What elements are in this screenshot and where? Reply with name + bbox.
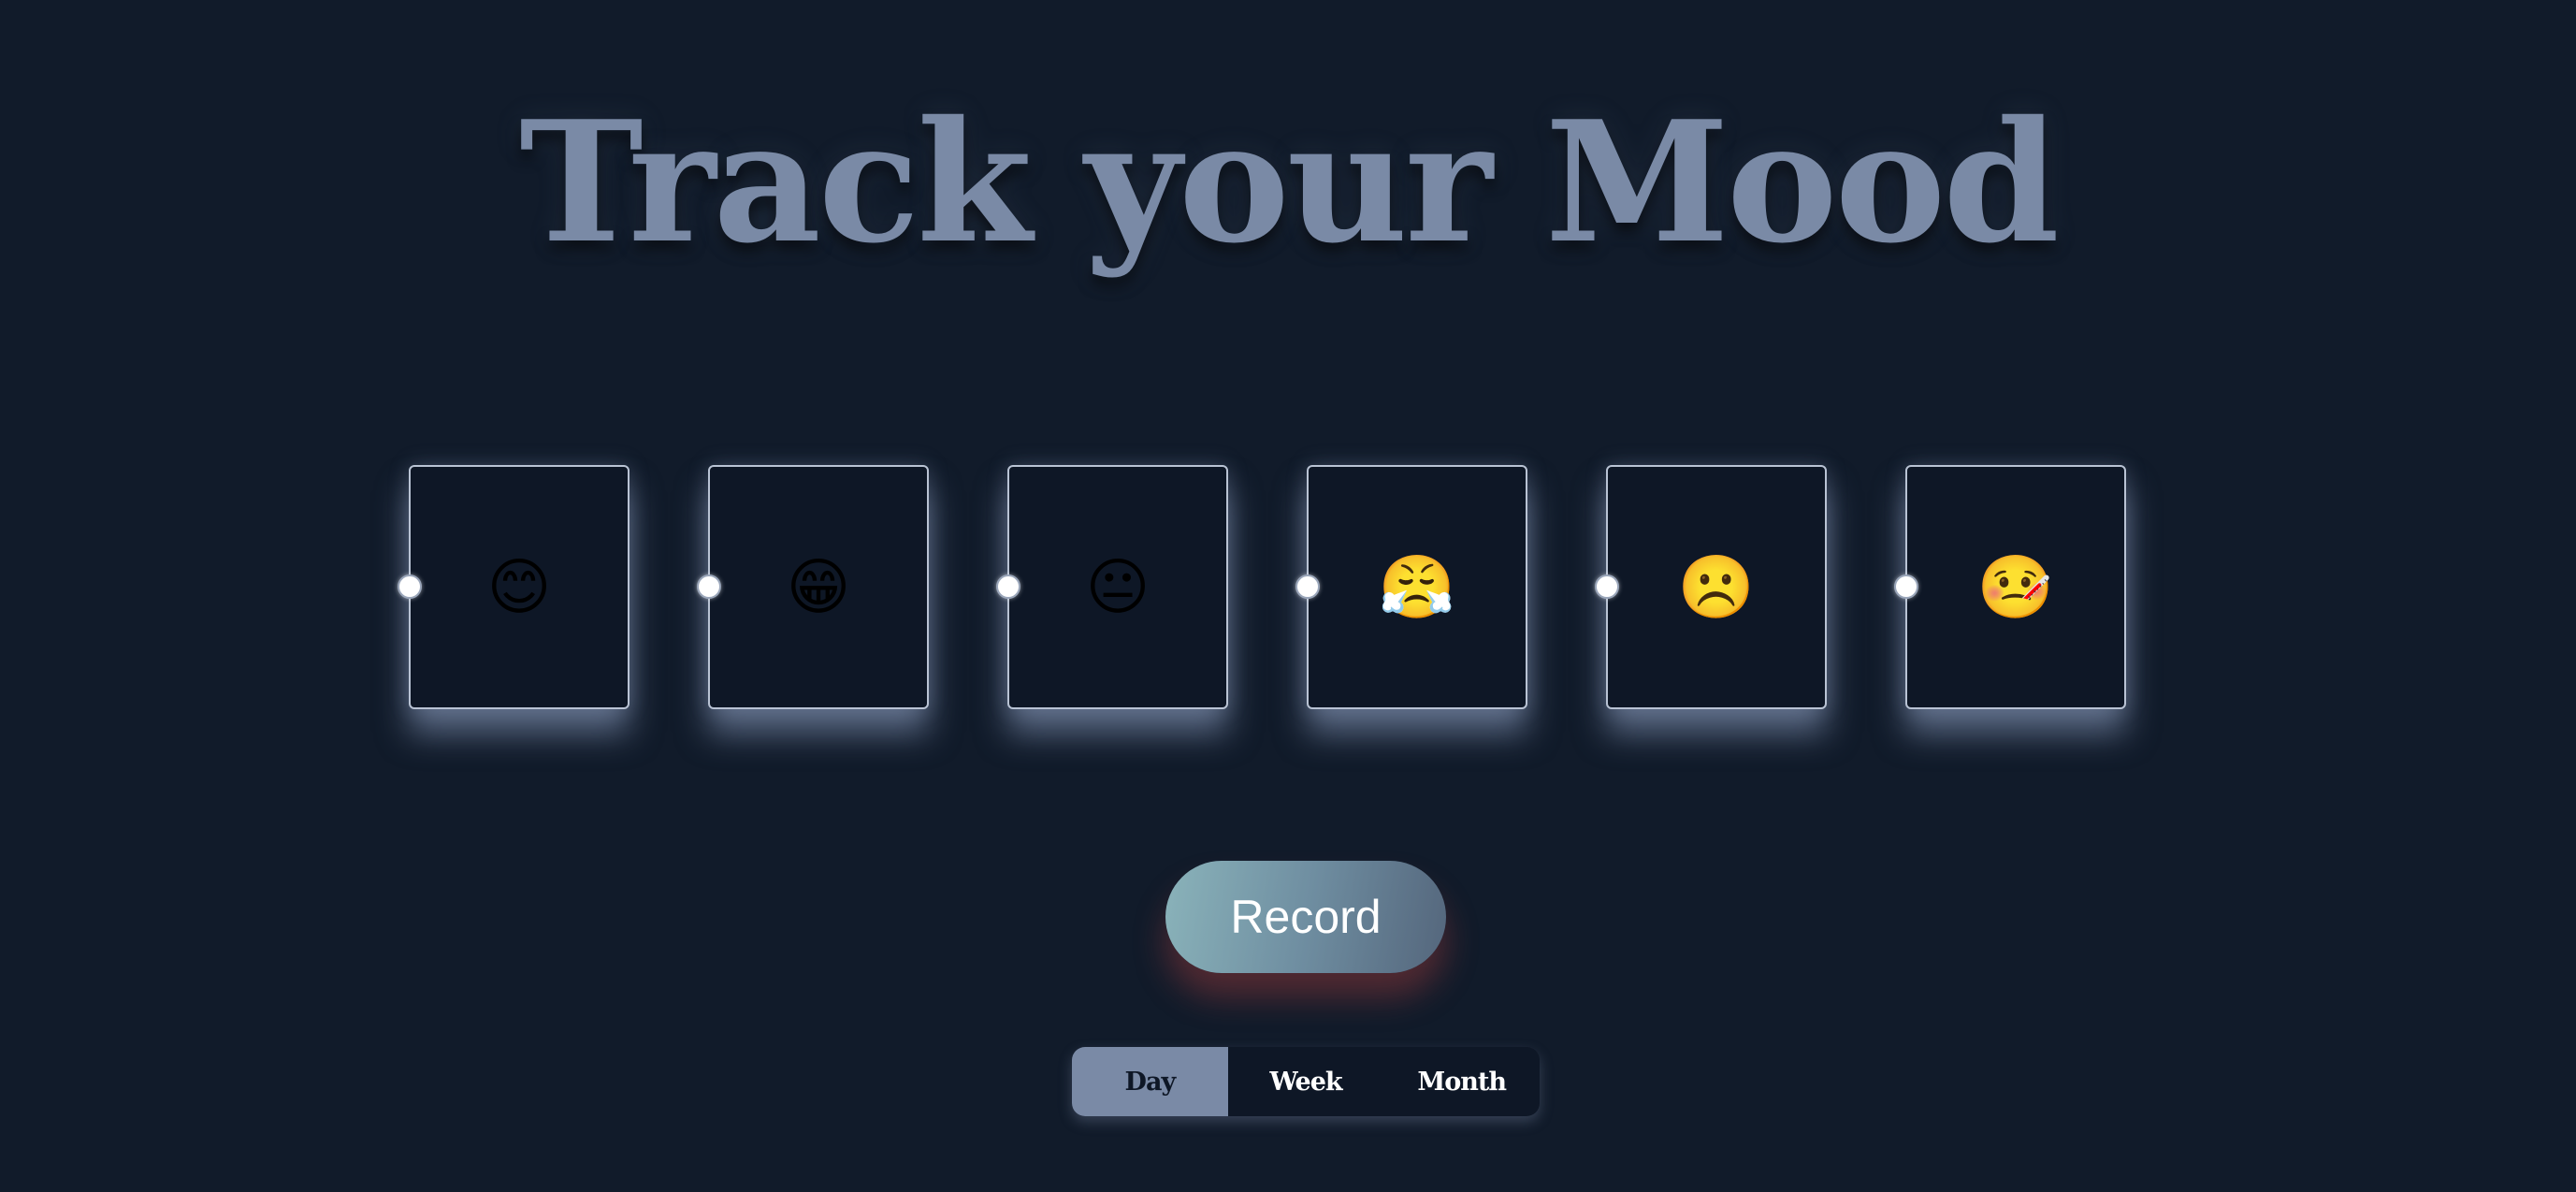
frowning-face-icon: ☹️ (1677, 550, 1756, 623)
grinning-face-icon: 😁 (786, 550, 851, 623)
mood-card-steam[interactable]: 😤 (1295, 465, 1527, 709)
mood-card-smiling[interactable]: 😊 (398, 465, 630, 709)
tab-week[interactable]: Week (1228, 1047, 1384, 1116)
neutral-face-icon: 😐 (1085, 550, 1151, 623)
tab-month[interactable]: Month (1383, 1047, 1540, 1116)
steam-face-icon: 😤 (1378, 550, 1456, 623)
period-selector: Day Week Month (1072, 1047, 1540, 1116)
mood-card-frowning[interactable]: ☹️ (1595, 465, 1827, 709)
mood-card-neutral[interactable]: 😐 (996, 465, 1228, 709)
mood-options: 😊 😁 😐 😤 ☹️ 🤒 (0, 0, 2576, 1192)
thermometer-face-icon: 🤒 (1976, 550, 2055, 623)
mood-card-grinning[interactable]: 😁 (697, 465, 929, 709)
tab-day[interactable]: Day (1072, 1047, 1228, 1116)
mood-card-sick[interactable]: 🤒 (1894, 465, 2126, 709)
record-button[interactable]: Record (1165, 861, 1446, 973)
smiling-face-icon: 😊 (486, 550, 552, 623)
